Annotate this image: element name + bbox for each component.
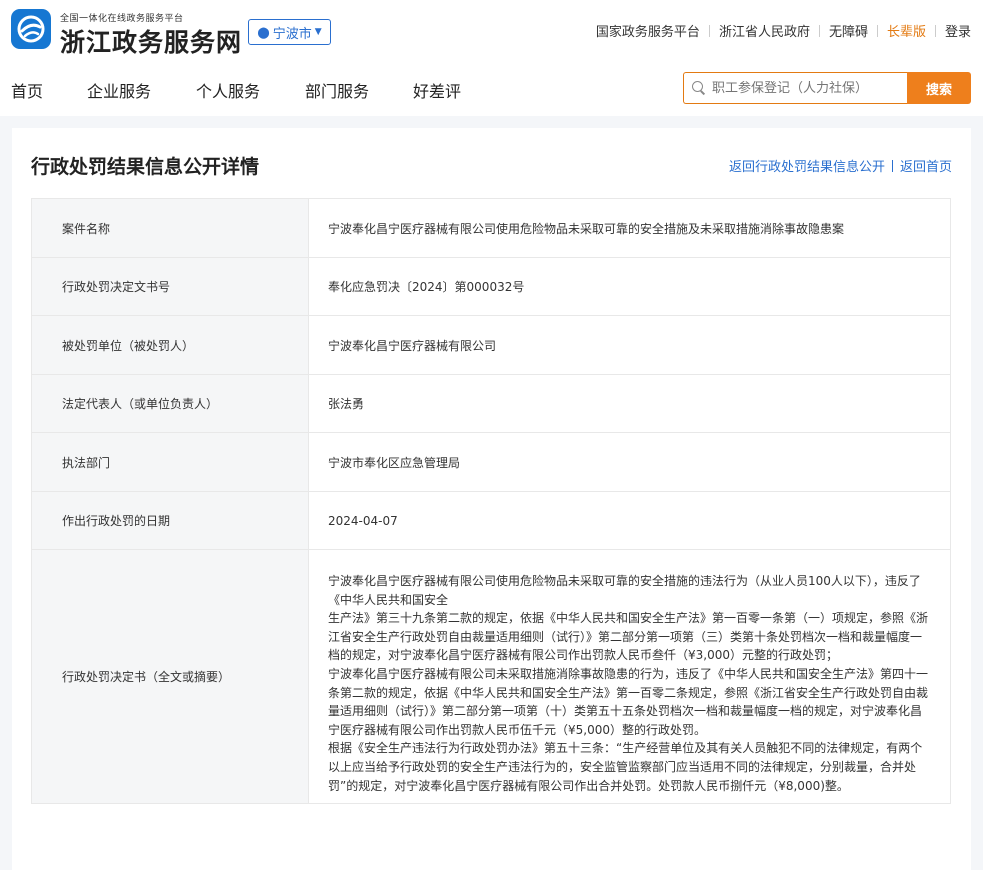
search-bar: 搜索 (683, 72, 971, 104)
row-label: 作出行政处罚的日期 (31, 491, 309, 550)
row-value: 宁波奉化昌宁医疗器械有限公司使用危险物品未采取可靠的安全措施及未采取措施消除事故… (308, 198, 951, 258)
row-label: 被处罚单位（被处罚人） (31, 315, 309, 375)
city-label: 宁波市 (272, 26, 312, 42)
detail-table: 案件名称 宁波奉化昌宁医疗器械有限公司使用危险物品未采取可靠的安全措施及未采取措… (31, 198, 951, 805)
nav-feedback[interactable]: 好差评 (413, 78, 461, 102)
link-provincial-government[interactable]: 浙江省人民政府 (710, 21, 819, 40)
decision-paragraph: 宁波奉化昌宁医疗器械有限公司未采取措施消除事故隐患的行为，违反了《中华人民共和国… (328, 666, 929, 737)
page-title: 行政处罚结果信息公开详情 (31, 156, 260, 178)
site-logo-icon[interactable] (11, 9, 51, 49)
decision-paragraph: 生产法》第三十九条第二款的规定，依据《中华人民共和国安全生产法》第一百零一条第（… (328, 611, 929, 663)
link-accessibility[interactable]: 无障碍 (820, 21, 877, 40)
logo-title[interactable]: 浙江政务服务网 (60, 23, 242, 59)
row-label: 行政处罚决定书（全文或摘要） (31, 548, 309, 805)
link-elderly-mode[interactable]: 长辈版 (878, 21, 935, 40)
decision-paragraph: 根据《安全生产违法行为行政处罚办法》第五十三条：“生产经营单位及其有关人员触犯不… (328, 741, 923, 793)
location-pin-icon: ⬤ (257, 25, 270, 39)
search-input[interactable] (712, 80, 902, 96)
row-value: 奉化应急罚决〔2024〕第000032号 (308, 257, 951, 316)
table-row: 作出行政处罚的日期 2024-04-07 (31, 491, 951, 550)
decision-text: 宁波奉化昌宁医疗器械有限公司使用危险物品未采取可靠的安全措施的违法行为（从业人员… (308, 548, 951, 805)
row-label: 行政处罚决定文书号 (31, 257, 309, 316)
row-label: 执法部门 (31, 432, 309, 492)
link-national-platform[interactable]: 国家政务服务平台 (587, 21, 709, 40)
search-icon (692, 81, 706, 95)
caret-down-icon: ▼ (314, 27, 322, 37)
card-links: 返回行政处罚结果信息公开 返回首页 (729, 156, 952, 175)
table-row: 被处罚单位（被处罚人） 宁波奉化昌宁医疗器械有限公司 (31, 315, 951, 375)
row-label: 案件名称 (31, 198, 309, 258)
row-value: 2024-04-07 (308, 491, 951, 550)
search-button[interactable]: 搜索 (907, 72, 971, 104)
table-row: 案件名称 宁波奉化昌宁医疗器械有限公司使用危险物品未采取可靠的安全措施及未采取措… (31, 198, 951, 258)
nav-department-services[interactable]: 部门服务 (305, 78, 369, 102)
top-header: 全国一体化在线政务服务平台 浙江政务服务网 ⬤ 宁波市 ▼ 国家政务服务平台 浙… (0, 0, 983, 63)
city-selector[interactable]: ⬤ 宁波市 ▼ (248, 19, 331, 45)
nav-personal-services[interactable]: 个人服务 (196, 78, 260, 102)
back-to-home-link[interactable]: 返回首页 (900, 156, 952, 175)
back-to-list-link[interactable]: 返回行政处罚结果信息公开 (729, 156, 885, 175)
decision-paragraph: 宁波奉化昌宁医疗器械有限公司使用危险物品未采取可靠的安全措施的违法行为（从业人员… (328, 574, 921, 607)
row-value: 张法勇 (308, 374, 951, 433)
table-row: 行政处罚决定文书号 奉化应急罚决〔2024〕第000032号 (31, 257, 951, 316)
nav-home[interactable]: 首页 (11, 78, 43, 102)
search-box (683, 72, 907, 104)
detail-card: 行政处罚结果信息公开详情 返回行政处罚结果信息公开 返回首页 案件名称 宁波奉化… (12, 128, 971, 870)
row-value: 宁波市奉化区应急管理局 (308, 432, 951, 492)
top-links: 国家政务服务平台 浙江省人民政府 无障碍 长辈版 登录 (587, 21, 971, 40)
row-value: 宁波奉化昌宁医疗器械有限公司 (308, 315, 951, 375)
row-label: 法定代表人（或单位负责人） (31, 374, 309, 433)
table-row: 行政处罚决定书（全文或摘要） 宁波奉化昌宁医疗器械有限公司使用危险物品未采取可靠… (31, 548, 951, 805)
link-login[interactable]: 登录 (936, 21, 971, 40)
nav-business-services[interactable]: 企业服务 (87, 78, 151, 102)
divider (891, 159, 893, 172)
table-row: 执法部门 宁波市奉化区应急管理局 (31, 432, 951, 492)
table-row: 法定代表人（或单位负责人） 张法勇 (31, 374, 951, 433)
